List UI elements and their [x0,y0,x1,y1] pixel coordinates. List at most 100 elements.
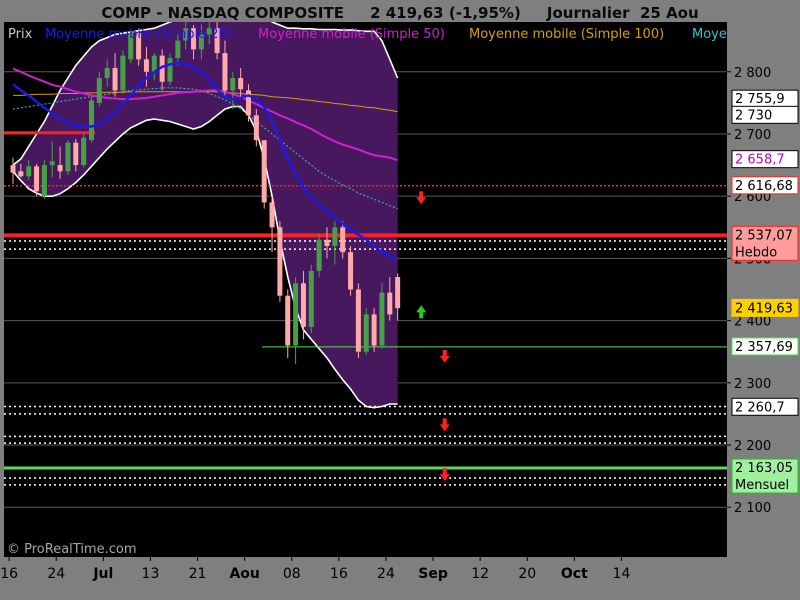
price-tag-label: 2 419,63 [735,301,793,316]
candle [293,283,299,346]
price-tag: 2 616,68 [731,176,799,195]
x-tick-label: 16 [330,566,348,582]
candle [395,277,401,309]
bollinger-band-area [13,22,398,408]
candle [10,165,16,173]
signal-arrow-down [439,349,450,363]
candle [277,227,283,296]
legend-ma20: Moyenne mobile (Simple 20) [45,27,232,42]
candle [104,68,110,78]
chart-window: COMP - NASDAQ COMPOSITE 2 419,63 (-1,95%… [0,0,800,600]
x-tick-label: 24 [377,566,395,582]
watermark: © ProRealTime.com [7,542,137,557]
x-tick-label: 13 [142,566,160,582]
price-tag: 2 419,63 [731,298,799,317]
x-tick-label: 16 [0,566,18,582]
candle [49,161,55,166]
price-tag-label: 2 260,7 [735,400,785,415]
x-tick-label: Aou [229,566,259,582]
arrow-shaft [442,418,447,426]
price-tag-sublabel: Mensuel [735,478,789,493]
candle [143,59,149,72]
price-tag-label: 2 163,05 [735,461,793,476]
x-tick-label: Sep [418,566,448,582]
arrow-shaft [442,468,447,476]
candle [348,252,354,290]
price-tag-label: 2 537,07 [735,228,793,243]
candle [41,165,47,197]
x-tick-label: 24 [47,566,65,582]
candle [387,292,393,315]
candle [238,77,244,90]
candle [363,314,369,352]
candle [316,239,322,271]
candle [26,166,32,177]
legend-prix: Prix [8,27,33,42]
price-tag-label: 2 616,68 [735,179,793,194]
x-tick-label: 21 [189,566,207,582]
candle [324,239,330,246]
x-tick-label: 20 [518,566,536,582]
arrow-head [439,355,450,363]
candle [18,171,24,177]
arrow-head [416,305,427,313]
candle [112,68,118,91]
x-tick-label: Oct [561,566,588,582]
candle [96,77,102,103]
candle [120,55,126,91]
arrow-shaft [442,349,447,357]
candle [355,289,361,352]
candle [300,283,306,327]
y-tick-label: 2 700 [734,128,771,143]
price-tag-label: 2 357,69 [735,340,793,355]
price-tag: 2 357,69 [731,337,799,356]
candle [253,115,259,141]
candle [34,166,40,192]
y-tick-label: 2 200 [734,439,771,454]
candle [222,53,228,91]
price-tag: 2 658,7 [731,150,799,169]
plot-layer: Prix Moyenne mobile (Simple 20) Moyenne mo… [4,22,800,557]
price-tag: 2 730 [731,105,799,124]
price-tag-label: 2 658,7 [735,153,785,168]
candle [89,100,94,141]
candle [167,58,173,82]
candle [65,142,71,172]
y-tick-label: 2 100 [734,501,771,516]
candle [230,77,236,91]
candle [308,270,314,327]
signal-arrow-down [439,418,450,432]
signal-arrow-down [439,468,450,482]
x-tick-label: 12 [471,566,489,582]
legend-ma200: Moyenne mobile (Simple 200) [692,27,800,42]
price-chart[interactable]: Prix Moyenne mobile (Simple 20) Moyenne mo… [0,0,800,600]
x-tick-label: 08 [283,566,301,582]
price-tag-label: 2 755,9 [735,92,785,107]
candle [261,140,267,203]
y-tick-label: 2 300 [734,377,771,392]
candle [269,202,275,228]
signal-arrow-down [416,191,427,205]
candle [332,227,338,246]
signal-arrow-up [416,305,427,319]
candle [175,40,181,59]
price-tag-label: 2 730 [735,108,772,123]
candle [73,142,79,166]
candle [379,292,385,346]
arrow-head [439,474,450,482]
arrow-shaft [419,191,424,199]
candle [81,137,87,166]
legend: Prix Moyenne mobile (Simple 20) Moyenne mo… [8,27,800,42]
price-tag-sublabel: Hebdo [735,245,777,260]
x-tick-label: 14 [613,566,631,582]
candle [340,227,346,253]
price-tag: 2 163,05 Mensuel [731,458,799,494]
price-tag: 2 537,07 Hebdo [731,225,799,261]
arrow-shaft [419,311,424,319]
arrow-head [416,197,427,205]
price-tag: 2 260,7 [731,397,799,416]
candle [371,314,377,346]
y-tick-label: 2 800 [734,66,771,81]
x-tick-label: Jul [92,566,113,582]
candle [57,165,63,172]
